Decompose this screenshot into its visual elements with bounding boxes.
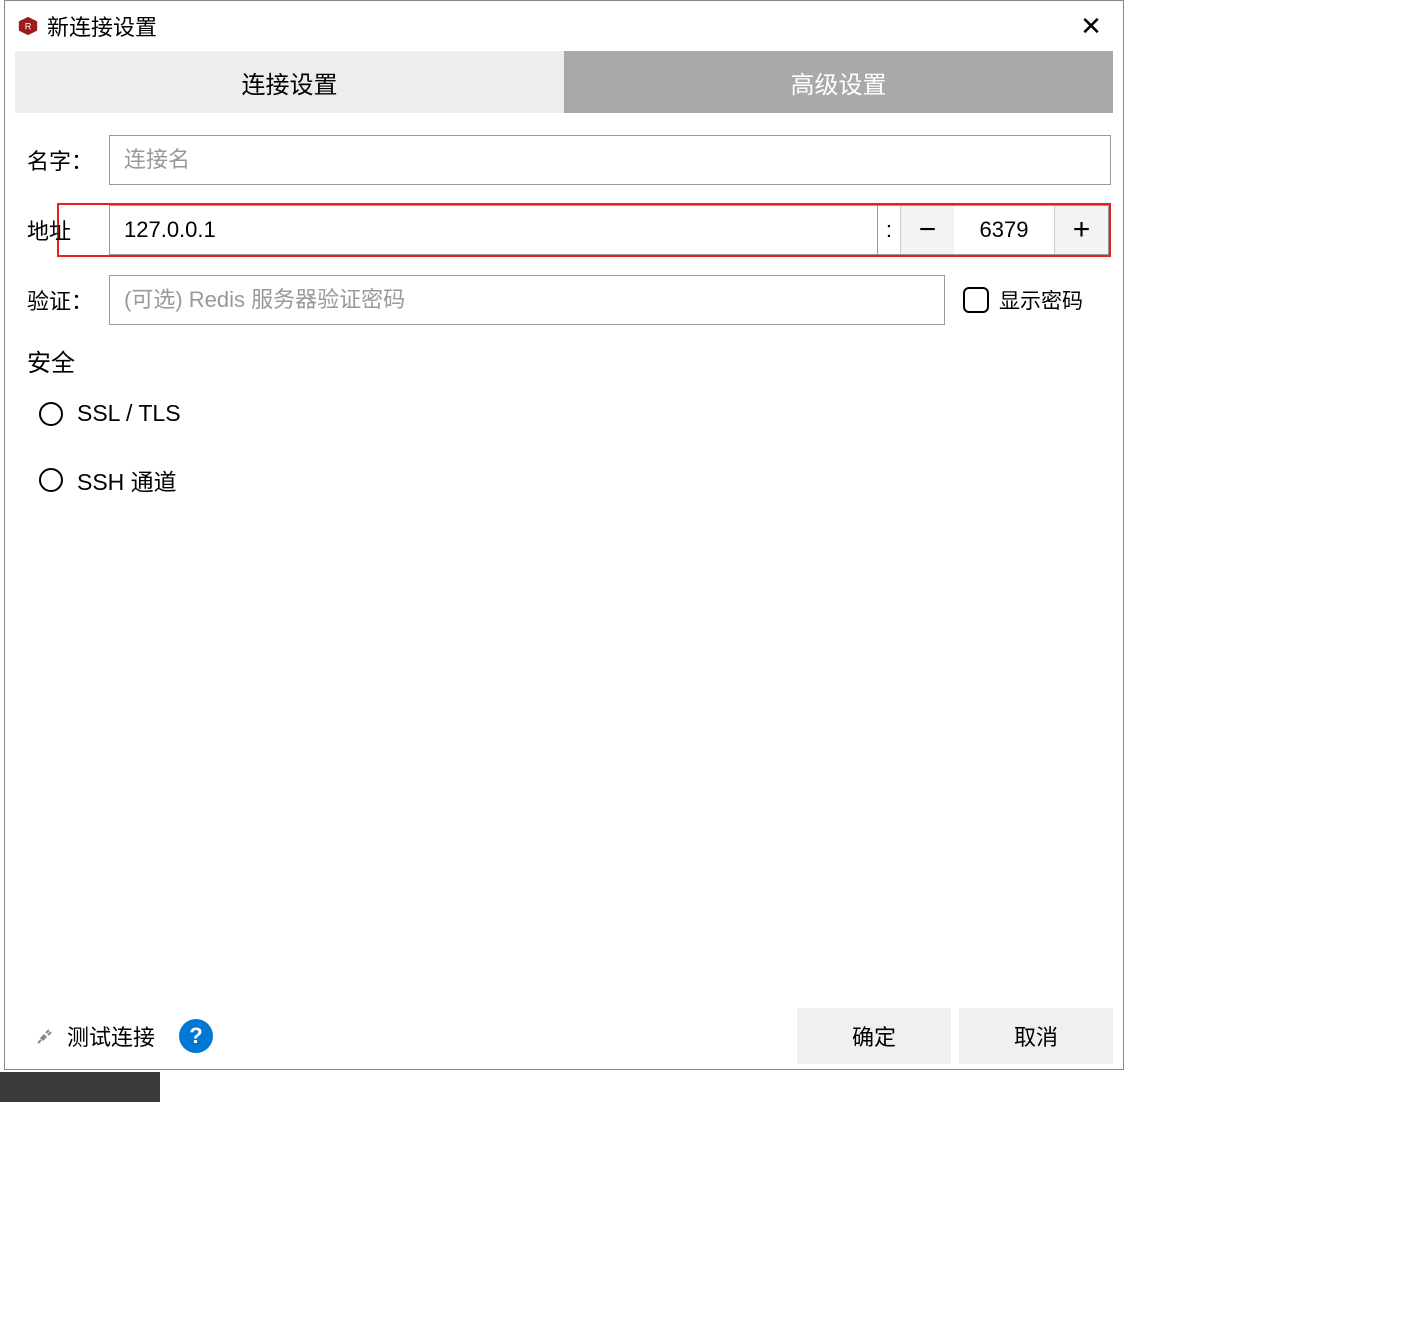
plus-icon: + (1073, 215, 1091, 245)
address-field-group: : − + (109, 205, 1109, 255)
test-connection-label: 测试连接 (67, 1020, 155, 1052)
help-button[interactable]: ? (179, 1019, 213, 1053)
radio-ssh[interactable] (39, 468, 63, 492)
label-address: 地址 (27, 214, 109, 246)
port-decrement-button[interactable]: − (900, 206, 954, 254)
plug-icon (33, 1024, 57, 1048)
cancel-button[interactable]: 取消 (959, 1008, 1113, 1064)
port-increment-button[interactable]: + (1054, 206, 1108, 254)
tab-advanced-settings[interactable]: 高级设置 (564, 51, 1113, 113)
dialog-window: R 新连接设置 ✕ 连接设置 高级设置 名字： 地址 : − (4, 0, 1124, 1070)
test-connection-button[interactable]: 测试连接 (23, 1012, 165, 1060)
label-auth: 验证： (27, 284, 109, 316)
label-ssh: SSH 通道 (77, 463, 177, 497)
minus-icon: − (919, 215, 937, 245)
taskbar-fragment (0, 1072, 160, 1102)
label-name: 名字： (27, 144, 109, 176)
row-auth: 验证： 显示密码 (27, 273, 1111, 327)
input-name[interactable] (109, 135, 1111, 185)
dialog-footer: 测试连接 ? 确定 取消 (5, 1003, 1123, 1069)
label-show-password: 显示密码 (999, 285, 1083, 315)
label-ssl: SSL / TLS (77, 400, 181, 427)
checkbox-show-password[interactable] (963, 287, 989, 313)
row-name: 名字： (27, 133, 1111, 187)
form-region: 名字： 地址 : − + 验证： (5, 113, 1123, 533)
svg-text:R: R (25, 22, 32, 32)
input-auth[interactable] (109, 275, 945, 325)
title-bar: R 新连接设置 ✕ (5, 1, 1123, 51)
app-icon: R (17, 15, 39, 37)
tab-strip: 连接设置 高级设置 (15, 51, 1113, 113)
input-host[interactable] (110, 206, 877, 254)
close-button[interactable]: ✕ (1071, 6, 1111, 46)
show-password-group: 显示密码 (963, 285, 1083, 315)
host-port-separator: : (877, 206, 900, 254)
heading-security: 安全 (27, 343, 1111, 378)
ok-button[interactable]: 确定 (797, 1008, 951, 1064)
radio-row-ssl: SSL / TLS (39, 400, 1111, 427)
input-port[interactable] (954, 206, 1054, 254)
address-highlight-box: : − + (57, 203, 1111, 257)
radio-row-ssh: SSH 通道 (39, 463, 1111, 497)
row-address: 地址 : − + (27, 203, 1111, 257)
tab-connection-settings[interactable]: 连接设置 (15, 51, 564, 113)
radio-ssl[interactable] (39, 402, 63, 426)
help-icon: ? (189, 1023, 202, 1049)
close-icon: ✕ (1080, 11, 1102, 42)
window-title: 新连接设置 (47, 10, 157, 42)
